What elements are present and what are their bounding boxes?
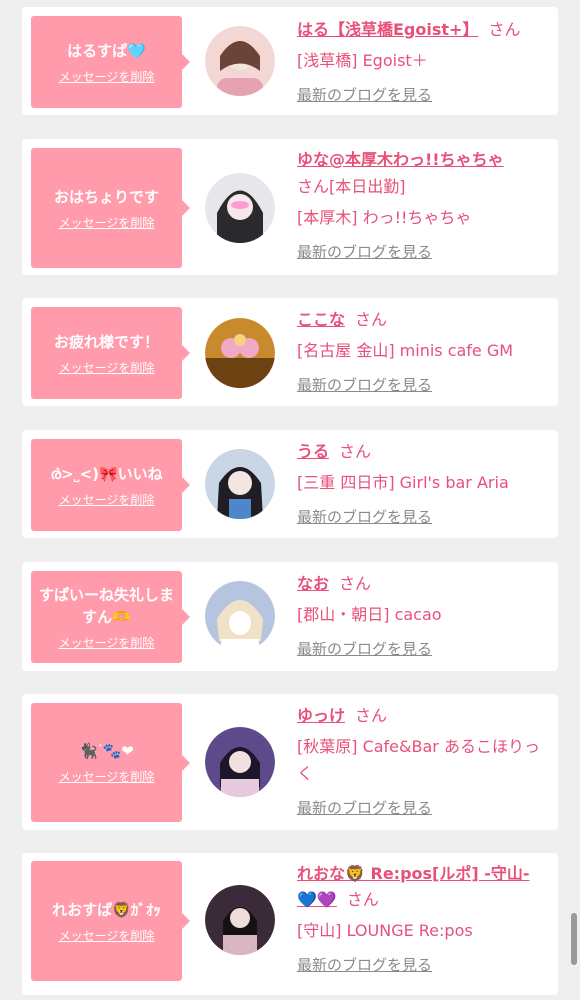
latest-blog-link[interactable]: 最新のブログを見る: [297, 954, 432, 975]
message-text: れおすぱ🦁ｶﾞｵｯ: [52, 900, 161, 919]
profile-info: うる さん [三重 四日市] Girl's bar Aria 最新のブログを見る: [297, 439, 549, 527]
message-text: おはちょりです: [53, 187, 159, 206]
scrollbar-thumb[interactable]: [571, 913, 577, 965]
profile-name-link[interactable]: ゆっけ: [297, 706, 345, 725]
latest-blog-link[interactable]: 最新のブログを見る: [297, 638, 432, 659]
shop-label: [浅草橋] Egoist＋: [297, 51, 428, 70]
message-bubble: ര̀>˽<)🎀いいね メッセージを削除: [31, 439, 190, 531]
profile-info: なお さん [郡山・朝日] cacao 最新のブログを見る: [297, 571, 549, 659]
latest-blog-link[interactable]: 最新のブログを見る: [297, 797, 432, 818]
message-text: すぱいーね失礼しますん🫶: [39, 585, 175, 626]
delete-message-link[interactable]: メッセージを削除: [59, 214, 155, 231]
avatar[interactable]: [205, 449, 275, 519]
shop-label: [名古屋 金山] minis cafe GM: [297, 341, 514, 360]
honorific: さん: [355, 310, 388, 329]
message-text: お疲れ様です！: [53, 332, 159, 351]
latest-blog-link[interactable]: 最新のブログを見る: [297, 84, 432, 105]
honorific: さん: [339, 574, 372, 593]
message-bubble: すぱいーね失礼しますん🫶 メッセージを削除: [31, 571, 190, 663]
shop-label: [本厚木] わっ!!ちゃちゃ: [297, 208, 472, 227]
honorific: さん: [346, 890, 379, 909]
profile-name-link[interactable]: ゆな@本厚木わっ!!ちゃちゃ: [297, 150, 504, 169]
message-text: 🐈‍⬛ᐝ🐾❤︎: [79, 742, 134, 760]
avatar[interactable]: [205, 26, 275, 96]
delete-message-link[interactable]: メッセージを削除: [59, 768, 155, 785]
message-bubble: はるすぱ🩵 メッセージを削除: [31, 16, 190, 108]
profile-name-link[interactable]: うる: [297, 442, 329, 461]
latest-blog-link[interactable]: 最新のブログを見る: [297, 506, 432, 527]
profile-name-link[interactable]: れおな🦁 Re:pos[ルポ] -守山-💙💜: [297, 864, 530, 909]
shop-label: [郡山・朝日] cacao: [297, 605, 442, 624]
profile-name-link[interactable]: なお: [297, 574, 329, 593]
shop-label: [秋葉原] Cafe&Bar あるこほりっく: [297, 737, 540, 783]
delete-message-link[interactable]: メッセージを削除: [59, 68, 155, 85]
latest-blog-link[interactable]: 最新のブログを見る: [297, 241, 432, 262]
shop-label: [守山] LOUNGE Re:pos: [297, 921, 473, 940]
avatar[interactable]: [205, 581, 275, 651]
message-card: はるすぱ🩵 メッセージを削除 はる【浅草橋Egoist+】 さん [浅草橋] Eg…: [22, 7, 558, 115]
shop-label: [三重 四日市] Girl's bar Aria: [297, 473, 509, 492]
delete-message-link[interactable]: メッセージを削除: [59, 927, 155, 944]
message-text: ര̀>˽<)🎀いいね: [50, 464, 163, 483]
message-card: れおすぱ🦁ｶﾞｵｯ メッセージを削除 れおな🦁 Re:pos[ルポ] -守山-💙…: [22, 853, 558, 995]
latest-blog-link[interactable]: 最新のブログを見る: [297, 374, 432, 395]
message-bubble: れおすぱ🦁ｶﾞｵｯ メッセージを削除: [31, 861, 190, 981]
delete-message-link[interactable]: メッセージを削除: [59, 359, 155, 376]
avatar[interactable]: [205, 885, 275, 955]
profile-name-link[interactable]: はる【浅草橋Egoist+】: [297, 20, 478, 39]
message-text: はるすぱ🩵: [67, 41, 146, 60]
delete-message-link[interactable]: メッセージを削除: [59, 491, 155, 508]
avatar[interactable]: [205, 727, 275, 797]
honorific: さん: [488, 20, 521, 39]
profile-info: れおな🦁 Re:pos[ルポ] -守山-💙💜 さん [守山] LOUNGE Re:…: [297, 861, 549, 975]
honorific: さん[本日出勤]: [297, 177, 406, 196]
profile-info: ゆっけ さん [秋葉原] Cafe&Bar あるこほりっく 最新のブログを見る: [297, 703, 549, 818]
avatar[interactable]: [205, 318, 275, 388]
message-card: すぱいーね失礼しますん🫶 メッセージを削除 なお さん [郡山・朝日] cacao…: [22, 562, 558, 671]
message-bubble: 🐈‍⬛ᐝ🐾❤︎ メッセージを削除: [31, 703, 190, 822]
profile-name-link[interactable]: ここな: [297, 310, 345, 329]
message-card: 🐈‍⬛ᐝ🐾❤︎ メッセージを削除 ゆっけ さん [秋葉原] Cafe&Bar ある…: [22, 694, 558, 830]
avatar[interactable]: [205, 173, 275, 243]
message-bubble: お疲れ様です！ メッセージを削除: [31, 307, 190, 399]
profile-info: ゆな@本厚木わっ!!ちゃちゃ さん[本日出勤] [本厚木] わっ!!ちゃちゃ 最…: [297, 147, 549, 262]
profile-info: はる【浅草橋Egoist+】 さん [浅草橋] Egoist＋ 最新のブログを見る: [297, 17, 549, 105]
delete-message-link[interactable]: メッセージを削除: [59, 634, 155, 651]
message-bubble: おはちょりです メッセージを削除: [31, 148, 190, 268]
honorific: さん: [355, 706, 388, 725]
message-card: ര̀>˽<)🎀いいね メッセージを削除 うる さん [三重 四日市] Girl's…: [22, 430, 558, 538]
message-card: お疲れ様です！ メッセージを削除 ここな さん [名古屋 金山] minis ca…: [22, 298, 558, 406]
profile-info: ここな さん [名古屋 金山] minis cafe GM 最新のブログを見る: [297, 307, 549, 395]
message-card: おはちょりです メッセージを削除 ゆな@本厚木わっ!!ちゃちゃ さん[本日出勤]…: [22, 139, 558, 275]
honorific: さん: [339, 442, 372, 461]
